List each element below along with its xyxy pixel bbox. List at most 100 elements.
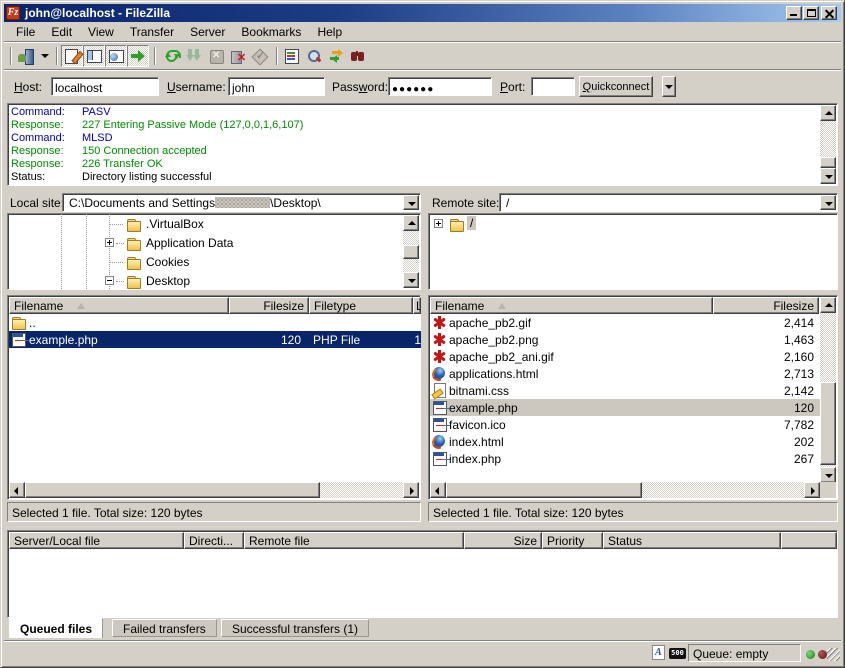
expand-icon[interactable]	[434, 219, 443, 228]
reconnect-button[interactable]	[249, 45, 271, 67]
password-input[interactable]	[388, 77, 492, 96]
scroll-down-button[interactable]	[403, 272, 419, 288]
local-hscrollbar[interactable]	[9, 482, 419, 498]
quickconnect-button[interactable]: Quickconnect	[579, 76, 653, 97]
process-queue-button[interactable]	[183, 45, 205, 67]
column-header-filesize[interactable]: Filesize	[229, 297, 309, 314]
port-input[interactable]	[531, 77, 575, 96]
scroll-thumb[interactable]	[820, 382, 836, 465]
maximize-button[interactable]	[803, 6, 819, 20]
log-line: Command:MLSD	[11, 132, 113, 145]
menu-bookmarks[interactable]: Bookmarks	[233, 23, 309, 41]
column-header-filesize[interactable]: Filesize	[713, 297, 819, 314]
directory-comparison-button[interactable]	[303, 45, 325, 67]
menu-edit[interactable]: Edit	[43, 23, 80, 41]
scroll-thumb[interactable]	[25, 482, 320, 498]
file-row-selected[interactable]: example.php120	[430, 399, 822, 416]
scroll-right-button[interactable]	[403, 482, 419, 498]
scroll-thumb[interactable]	[446, 482, 642, 498]
close-button[interactable]	[821, 6, 837, 20]
scroll-thumb[interactable]	[820, 157, 836, 168]
column-header-size[interactable]: Size	[464, 532, 542, 549]
menu-server[interactable]: Server	[182, 23, 233, 41]
tab-successful-transfers[interactable]: Successful transfers (1)	[221, 619, 369, 637]
username-label: Username:	[167, 80, 226, 94]
file-row-selected[interactable]: example.php 120 PHP File 1	[9, 331, 421, 348]
menu-help[interactable]: Help	[309, 23, 350, 41]
filter-button[interactable]	[281, 45, 303, 67]
minimize-button[interactable]	[786, 6, 802, 20]
remote-vscrollbar[interactable]	[820, 297, 836, 483]
file-row[interactable]: apache_pb2_ani.gif2,160	[430, 348, 822, 365]
toggle-queue-button[interactable]	[127, 45, 149, 67]
menu-view[interactable]: View	[80, 23, 122, 41]
toggle-local-tree-button[interactable]	[83, 45, 105, 67]
scroll-down-button[interactable]	[820, 467, 836, 483]
column-header-direction[interactable]: Directi...	[184, 532, 244, 549]
site-manager-button[interactable]	[14, 45, 36, 67]
maximize-icon	[807, 9, 816, 17]
resize-grip[interactable]	[827, 648, 840, 661]
sort-ascending-icon	[498, 299, 506, 309]
tab-queued-files[interactable]: Queued files	[9, 618, 103, 638]
username-input[interactable]	[228, 77, 325, 96]
file-row[interactable]: applications.html2,713	[430, 365, 822, 382]
find-files-button[interactable]	[347, 45, 369, 67]
tree-item[interactable]: .VirtualBox	[8, 215, 420, 234]
remote-site-combo[interactable]: /	[499, 193, 838, 212]
column-header-filename[interactable]: Filename	[9, 297, 229, 314]
menu-transfer[interactable]: Transfer	[122, 23, 182, 41]
synchronized-browsing-button[interactable]	[325, 45, 347, 67]
local-file-list: Filename Filesize Filetype L .. example.…	[7, 295, 421, 500]
column-header-remote-file[interactable]: Remote file	[244, 532, 464, 549]
scroll-left-button[interactable]	[9, 482, 25, 498]
file-row[interactable]: apache_pb2.gif2,414	[430, 314, 822, 331]
column-header-lastmodified[interactable]: L	[413, 297, 421, 314]
tree-item[interactable]: Application Data	[8, 234, 420, 253]
disconnect-button[interactable]	[227, 45, 249, 67]
site-manager-dropdown-icon[interactable]	[38, 50, 51, 62]
column-header-filename[interactable]: Filename	[430, 297, 713, 314]
collapse-icon[interactable]	[105, 276, 114, 285]
local-site-combo[interactable]: C:\Documents and Settings\Desktop\	[62, 193, 421, 212]
file-row[interactable]: apache_pb2.png1,463	[430, 331, 822, 348]
expand-icon[interactable]	[105, 238, 114, 247]
toggle-remote-tree-button[interactable]	[105, 45, 127, 67]
host-input[interactable]	[51, 77, 159, 96]
column-header-server-local-file[interactable]: Server/Local file	[9, 532, 184, 549]
site-manager-icon	[17, 48, 33, 64]
tree-item[interactable]: /	[429, 215, 837, 234]
refresh-button[interactable]	[161, 45, 183, 67]
quickconnect-dropdown-button[interactable]	[662, 76, 676, 97]
scroll-right-button[interactable]	[804, 482, 820, 498]
disconnect-icon	[230, 48, 246, 64]
scroll-up-button[interactable]	[820, 297, 836, 313]
file-row[interactable]: favicon.ico7,782	[430, 416, 822, 433]
minimize-icon	[790, 14, 797, 16]
scroll-left-button[interactable]	[430, 482, 446, 498]
file-row[interactable]: index.php267	[430, 450, 822, 467]
log-scrollbar[interactable]	[820, 105, 836, 184]
local-tree-scrollbar[interactable]	[403, 215, 419, 288]
folder-icon	[126, 236, 141, 251]
column-header-filetype[interactable]: Filetype	[309, 297, 413, 314]
menu-file[interactable]: File	[8, 23, 43, 41]
scroll-up-button[interactable]	[820, 105, 836, 121]
tree-item[interactable]: Cookies	[8, 253, 420, 272]
cancel-button[interactable]	[205, 45, 227, 67]
scroll-thumb[interactable]	[403, 245, 419, 259]
file-row[interactable]: bitnami.css2,142	[430, 382, 822, 399]
column-header-priority[interactable]: Priority	[542, 532, 603, 549]
toggle-message-log-button[interactable]	[61, 45, 83, 67]
tree-item[interactable]: Desktop	[8, 272, 420, 290]
file-row[interactable]: ..	[9, 314, 421, 331]
reconnect-icon	[252, 48, 268, 64]
remote-site-dropdown-button[interactable]	[820, 195, 836, 210]
tab-failed-transfers[interactable]: Failed transfers	[112, 619, 217, 637]
column-header-status[interactable]: Status	[603, 532, 781, 549]
local-site-dropdown-button[interactable]	[403, 195, 419, 210]
scroll-down-button[interactable]	[820, 168, 836, 184]
remote-hscrollbar[interactable]	[430, 482, 820, 498]
file-row[interactable]: index.html202	[430, 433, 822, 450]
scroll-up-button[interactable]	[403, 215, 419, 231]
